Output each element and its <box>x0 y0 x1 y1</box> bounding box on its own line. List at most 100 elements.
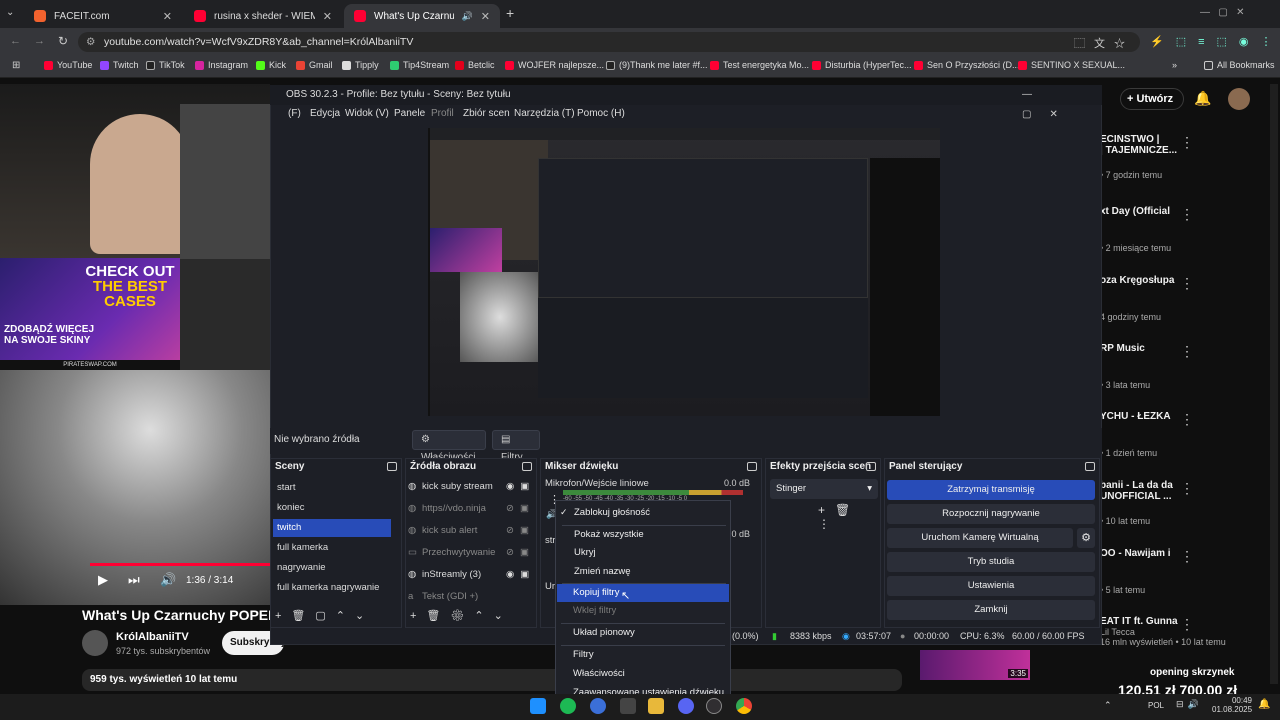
extension-icons[interactable]: ⚡⬚≡⬚◉⋮ <box>1150 35 1280 48</box>
bookmark-tip4stream[interactable]: Tip4Stream <box>390 60 449 70</box>
tray-chevron-icon[interactable]: ⌃ <box>1104 700 1112 711</box>
next-icon[interactable]: ⏭ <box>128 572 140 588</box>
play-icon[interactable]: ▶ <box>98 572 108 588</box>
menu-item-copy-filters[interactable]: Kopiuj filtry ↖ <box>557 584 729 602</box>
bookmark-test[interactable]: Test energetyka Mo... <box>710 60 809 70</box>
more-icon[interactable]: ⋮ <box>1180 206 1194 223</box>
obs-icon[interactable] <box>706 698 722 714</box>
start-recording-button[interactable]: Rozpocznij nagrywanie <box>887 504 1095 524</box>
video-description[interactable]: 959 tys. wyświetleń 10 lat temu <box>82 669 902 691</box>
bookmark-wojfer[interactable]: WOJFER najlepsze... <box>505 60 604 70</box>
window-controls[interactable]: — ▢ ✕ <box>1200 7 1245 18</box>
menu-item-vertical-layout[interactable]: Układ pionowy <box>573 627 635 638</box>
bookmark-disturbia[interactable]: Disturbia (HyperTec... <box>812 60 912 70</box>
undock-icon[interactable] <box>866 462 876 471</box>
bookmark-sentino[interactable]: SENTINO X SEXUAL... <box>1018 60 1125 70</box>
lock-icon[interactable]: ▣ <box>520 499 529 519</box>
scene-item[interactable]: start <box>273 479 391 497</box>
more-icon[interactable]: ⋮ <box>1180 616 1194 633</box>
more-icon[interactable]: ⋮ <box>1180 134 1194 151</box>
channel-avatar[interactable] <box>82 630 108 656</box>
bookmark-betclic[interactable]: Betclic <box>455 60 495 70</box>
source-row[interactable]: ▭ Przechwytywanie ⊘ ▣ <box>408 543 540 563</box>
eye-icon[interactable]: ◉ <box>506 477 514 497</box>
back-icon[interactable]: ← <box>10 35 21 47</box>
spotify-icon[interactable] <box>560 698 576 714</box>
more-icon[interactable]: ⋮ <box>1180 480 1194 497</box>
menu-item-properties[interactable]: Właściwości <box>573 668 625 679</box>
url-field[interactable]: ⚙ youtube.com/watch?v=WcfV9xZDR8Y&ab_cha… <box>78 32 1140 52</box>
bookmark-youtube[interactable]: YouTube <box>44 60 92 70</box>
speaker-icon[interactable]: 🔊 <box>462 11 473 22</box>
undock-icon[interactable] <box>747 462 757 471</box>
site-info-icon[interactable]: ⚙ <box>86 32 95 52</box>
apps-icon[interactable]: ⊞ <box>12 60 20 71</box>
more-icon[interactable]: ⋮ <box>1180 411 1194 428</box>
undock-icon[interactable] <box>522 462 532 471</box>
source-row[interactable]: ◍ kick suby stream ◉ ▣ <box>408 477 540 497</box>
new-tab-icon[interactable]: + <box>506 5 514 21</box>
stop-stream-button[interactable]: Zatrzymaj transmisję <box>887 480 1095 500</box>
settings-button[interactable]: Ustawienia <box>887 576 1095 596</box>
menu-profile[interactable]: Profil <box>431 108 454 119</box>
scene-item[interactable]: koniec <box>273 499 391 517</box>
eye-hidden-icon[interactable]: ⊘ <box>506 543 514 563</box>
tab-whats-up[interactable]: What's Up Czarnuchy POPE 🔊 ✕ <box>344 4 500 28</box>
video-progress[interactable] <box>90 563 270 566</box>
source-row[interactable]: ◍ kick sub alert ⊘ ▣ <box>408 521 540 541</box>
undock-icon[interactable] <box>387 462 397 471</box>
lock-icon[interactable]: ▣ <box>520 477 529 497</box>
virtual-camera-button[interactable]: Uruchom Kamerę Wirtualną <box>887 528 1073 548</box>
bookmark-gmail[interactable]: Gmail <box>296 60 333 70</box>
lock-icon[interactable]: ▣ <box>520 565 529 585</box>
scene-item-selected[interactable]: twitch <box>273 519 391 537</box>
menu-file[interactable]: (F) <box>288 108 301 119</box>
gear-icon[interactable]: ⚙ <box>1077 528 1095 548</box>
bookmark-instagram[interactable]: Instagram <box>195 60 248 70</box>
close-tab-icon[interactable]: ✕ <box>163 10 172 23</box>
eye-hidden-icon[interactable]: ⊘ <box>506 521 514 541</box>
source-row[interactable]: a Tekst (GDI +) <box>408 587 540 607</box>
more-icon[interactable]: ⋮ <box>1180 548 1194 565</box>
close-tab-icon[interactable]: ✕ <box>323 10 332 23</box>
notifications-icon[interactable]: 🔔 <box>1258 699 1270 710</box>
all-bookmarks[interactable]: All Bookmarks <box>1204 60 1275 70</box>
lock-icon[interactable]: ▣ <box>520 521 529 541</box>
create-button[interactable]: + Utwórz <box>1120 88 1184 110</box>
menu-help[interactable]: Pomoc (H) <box>577 108 625 119</box>
scene-toolbar[interactable]: +🗑▢⌃⌄ <box>275 609 374 622</box>
channel-name[interactable]: KrólAlbaniiTV <box>116 631 189 643</box>
bookmark-kick[interactable]: Kick <box>256 60 286 70</box>
clock[interactable]: 00:49 01.08.2025 <box>1212 696 1252 714</box>
menu-item-show-all[interactable]: Pokaż wszystkie <box>574 529 644 540</box>
close-tab-icon[interactable]: ✕ <box>481 10 490 23</box>
more-icon[interactable]: ⋮ <box>1180 275 1194 292</box>
bookmarks-overflow-icon[interactable]: » <box>1172 60 1177 70</box>
bookmark-tiktok[interactable]: TikTok <box>146 60 185 70</box>
scene-item[interactable]: nagrywanie <box>273 559 391 577</box>
bookmark-sen[interactable]: Sen O Przyszłości (D... <box>914 60 1020 70</box>
discord-icon[interactable] <box>678 698 694 714</box>
studio-mode-button[interactable]: Tryb studia <box>887 552 1095 572</box>
bell-icon[interactable]: 🔔 <box>1194 90 1211 107</box>
app-icon[interactable] <box>620 698 636 714</box>
tab-faceit[interactable]: FACEIT.com ✕ <box>24 4 182 28</box>
scrollbar[interactable] <box>1270 84 1278 684</box>
menu-scene-collection[interactable]: Zbiór scen <box>463 108 510 119</box>
volume-icon[interactable]: 🔊 <box>160 572 176 588</box>
menu-docks[interactable]: Panele <box>394 108 425 119</box>
menu-item-filters[interactable]: Filtry <box>573 649 594 660</box>
bookmark-thank-me[interactable]: (9)Thank me later #f... <box>606 60 708 70</box>
menu-item-rename[interactable]: Zmień nazwę <box>574 566 631 577</box>
source-toolbar-buttons[interactable]: +🗑⚙⌃⌄ <box>410 609 513 622</box>
forward-icon[interactable]: → <box>34 35 45 47</box>
transition-toolbar[interactable]: +🗑⋮ <box>818 503 880 531</box>
properties-button[interactable]: ⚙ Właściwości <box>412 430 486 463</box>
menu-tools[interactable]: Narzędzia (T) <box>514 108 575 119</box>
lock-icon[interactable]: ▣ <box>520 543 529 563</box>
avatar[interactable] <box>1228 88 1250 110</box>
source-row[interactable]: ◍ inStreamly (3) ◉ ▣ <box>408 565 540 585</box>
source-row[interactable]: ◍ https//vdo.ninja ⊘ ▣ <box>408 499 540 519</box>
bookmark-twitch[interactable]: Twitch <box>100 60 139 70</box>
eye-icon[interactable]: ◉ <box>506 565 514 585</box>
